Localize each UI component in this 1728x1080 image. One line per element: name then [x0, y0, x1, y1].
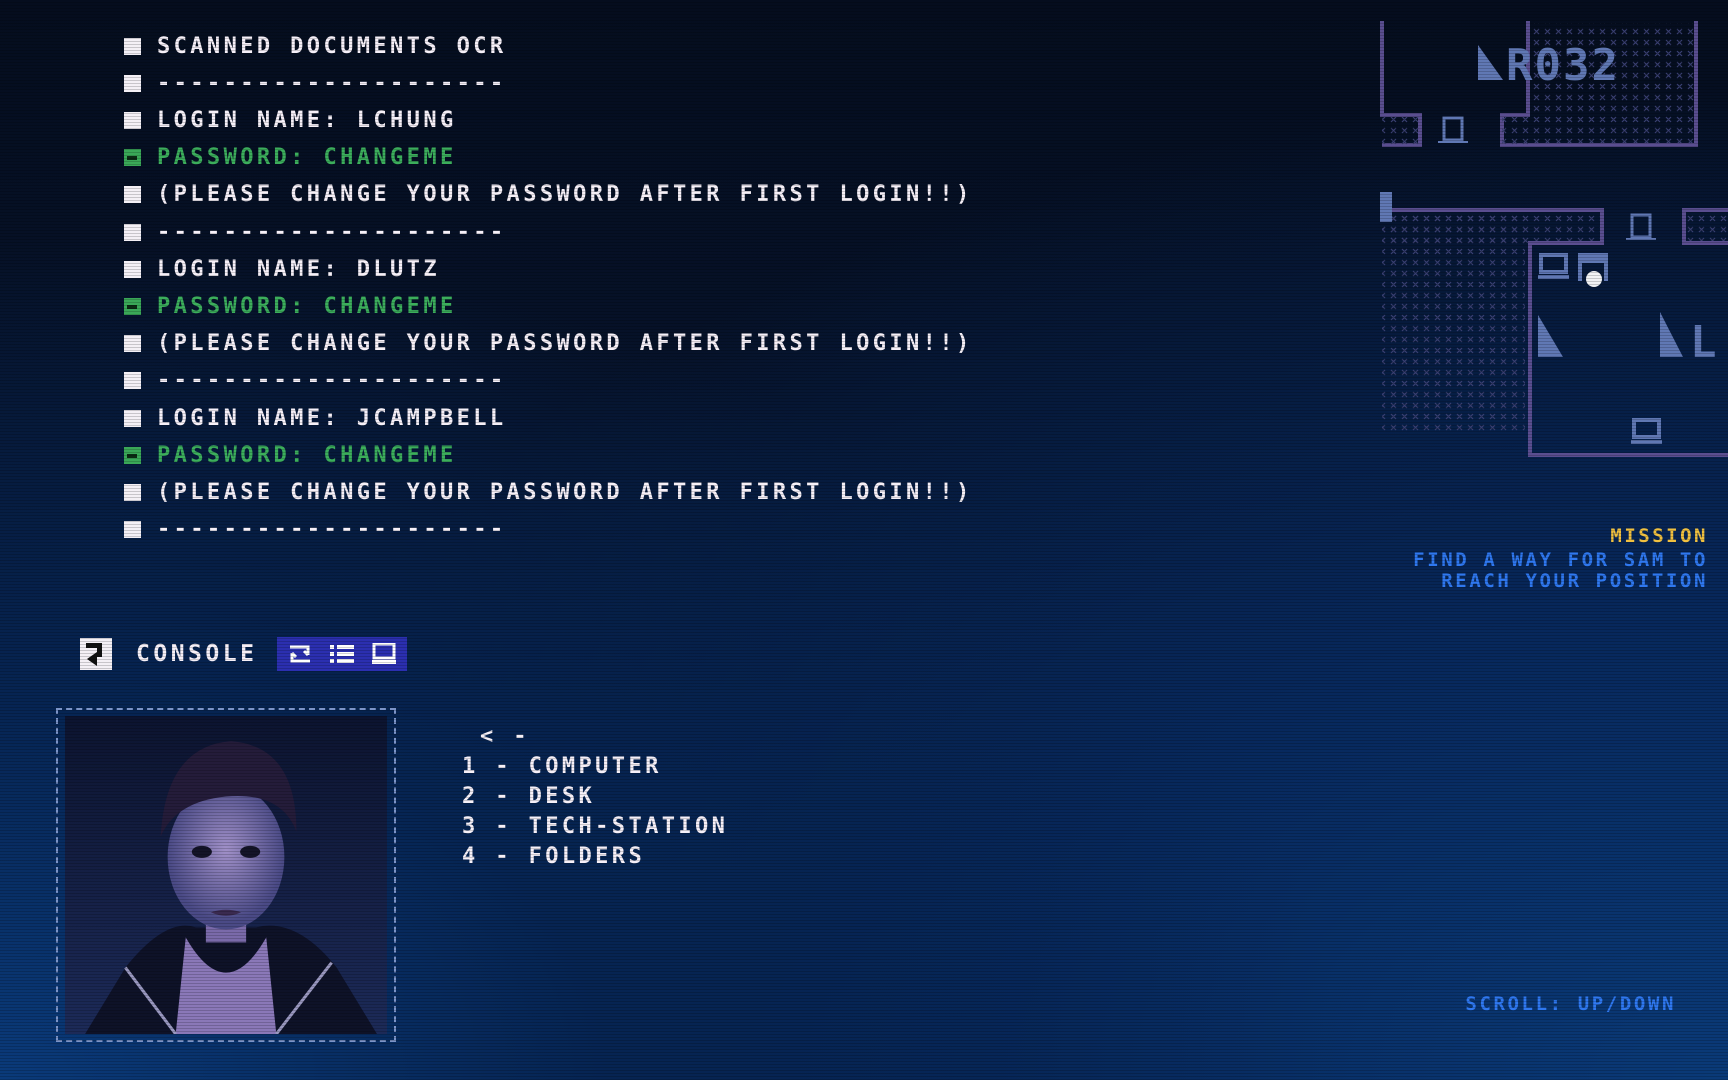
document-line: SCANNED DOCUMENTS OCR: [124, 33, 507, 59]
mission-panel: MISSION FIND A WAY FOR SAM TO REACH YOUR…: [1413, 525, 1708, 592]
room-r032: R032: [1380, 21, 1698, 148]
bullet-icon: [124, 335, 141, 353]
computer-icon[interactable]: [369, 641, 399, 667]
bullet-icon: [124, 409, 141, 427]
portrait-image: [64, 716, 388, 1034]
key-icon: [124, 297, 141, 315]
mission-title: MISSION: [1610, 525, 1708, 547]
line-text: LOGIN NAME: DLUTZ: [157, 256, 440, 282]
console-label: CONSOLE: [136, 641, 258, 667]
menu-item-3[interactable]: 3 - TECH-STATION: [462, 812, 728, 842]
line-text: ---------------------: [157, 368, 507, 394]
document-line: ---------------------: [124, 368, 507, 394]
line-text: ---------------------: [157, 517, 507, 543]
menu-item-2[interactable]: 2 - DESK: [462, 782, 728, 812]
password-line: PASSWORD: CHANGEME: [124, 293, 457, 319]
line-text: (PLEASE CHANGE YOUR PASSWORD AFTER FIRST…: [157, 182, 973, 208]
console-tab-bar: [277, 637, 408, 671]
menu-item-4[interactable]: 4 - FOLDERS: [462, 842, 728, 872]
bullet-icon: [124, 186, 141, 204]
line-text: ---------------------: [157, 219, 507, 245]
bullet-icon: [124, 260, 141, 278]
document-line: ---------------------: [124, 70, 507, 96]
line-text: LOGIN NAME: JCAMPBELL: [157, 405, 507, 431]
line-text: SCANNED DOCUMENTS OCR: [157, 33, 507, 59]
computer-icon: [1538, 253, 1569, 279]
password-line: PASSWORD: CHANGEME: [124, 145, 457, 171]
document-line: LOGIN NAME: DLUTZ: [124, 256, 440, 282]
door-icon: [1626, 213, 1656, 240]
computer-icon: [1631, 418, 1662, 444]
room-label-partial: L: [1690, 317, 1717, 368]
key-icon: [124, 446, 141, 464]
line-text: (PLEASE CHANGE YOUR PASSWORD AFTER FIRST…: [157, 331, 973, 357]
wall-segment: [1380, 192, 1392, 222]
bullet-icon: [124, 521, 141, 539]
document-line: LOGIN NAME: LCHUNG: [124, 107, 457, 133]
bullet-icon: [124, 74, 141, 92]
scroll-hint: SCROLL: UP/DOWN: [1465, 993, 1676, 1015]
player-marker: [1586, 271, 1602, 287]
menu-item-1[interactable]: 1 - COMPUTER: [462, 752, 728, 782]
document-line: (PLEASE CHANGE YOUR PASSWORD AFTER FIRST…: [124, 182, 973, 208]
list-icon[interactable]: [327, 641, 357, 667]
document-line: (PLEASE CHANGE YOUR PASSWORD AFTER FIRST…: [124, 479, 973, 505]
swap-icon[interactable]: [285, 641, 315, 667]
key-icon: [124, 149, 141, 167]
document-line: ---------------------: [124, 219, 507, 245]
door-icon: [1438, 116, 1468, 143]
document-line: LOGIN NAME: JCAMPBELL: [124, 405, 507, 431]
line-text: ---------------------: [157, 70, 507, 96]
line-text: PASSWORD: CHANGEME: [157, 442, 457, 468]
bullet-icon: [124, 372, 141, 390]
line-text: PASSWORD: CHANGEME: [157, 293, 457, 319]
bullet-icon: [124, 37, 141, 55]
bullet-icon: [124, 223, 141, 241]
line-text: LOGIN NAME: LCHUNG: [157, 107, 457, 133]
line-text: PASSWORD: CHANGEME: [157, 145, 457, 171]
minimap[interactable]: R032 L: [1378, 15, 1728, 460]
room-label: R032: [1506, 40, 1620, 91]
mission-text-line-1: FIND A WAY FOR SAM TO: [1413, 549, 1708, 571]
console-menu: < - 1 - COMPUTER 2 - DESK 3 - TECH-STATION…: [462, 722, 728, 872]
bullet-icon: [124, 483, 141, 501]
command-return-icon[interactable]: [80, 638, 112, 670]
operator-portrait: [56, 708, 396, 1042]
document-line: ---------------------: [124, 517, 507, 543]
menu-back[interactable]: < -: [462, 722, 728, 752]
bullet-icon: [124, 111, 141, 129]
document-line: (PLEASE CHANGE YOUR PASSWORD AFTER FIRST…: [124, 331, 973, 357]
console-header: CONSOLE: [80, 637, 408, 671]
password-line: PASSWORD: CHANGEME: [124, 442, 457, 468]
line-text: (PLEASE CHANGE YOUR PASSWORD AFTER FIRST…: [157, 479, 973, 505]
mission-text-line-2: REACH YOUR POSITION: [1441, 570, 1708, 592]
